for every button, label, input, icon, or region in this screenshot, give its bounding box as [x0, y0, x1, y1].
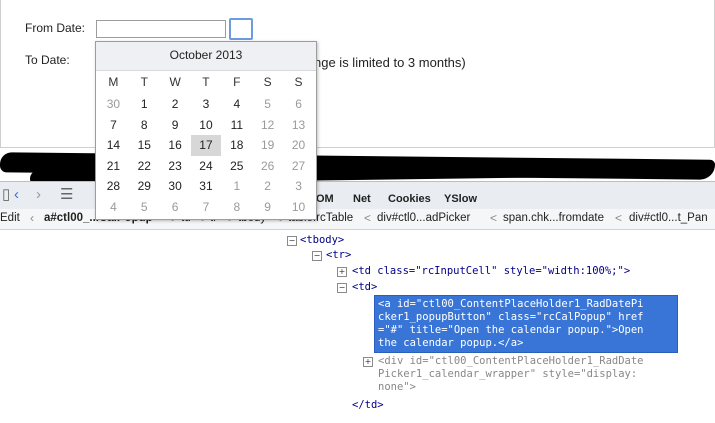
- calendar-grid: MTWTFSS 30 1 2 3 4 5 6 7 8 9 10 11 12 13 14 15 16 17 18 19 2…: [98, 70, 314, 217]
- calendar-day[interactable]: 2: [252, 176, 283, 197]
- calendar-day[interactable]: 25: [221, 156, 252, 177]
- calendar-day[interactable]: 16: [160, 135, 191, 156]
- weekday-header: S: [263, 75, 272, 89]
- calendar-day[interactable]: 13: [283, 115, 314, 136]
- edit-button[interactable]: Edit: [0, 212, 20, 224]
- crumb-separator: <: [615, 211, 623, 225]
- calendar-month-title[interactable]: October 2013: [96, 42, 316, 71]
- calendar-day[interactable]: 20: [283, 135, 314, 156]
- calendar-day[interactable]: 1: [221, 176, 252, 197]
- calendar-day[interactable]: 1: [129, 94, 160, 115]
- expand-toggle-icon[interactable]: +: [337, 267, 347, 277]
- calendar-day[interactable]: 8: [221, 197, 252, 218]
- calendar-day[interactable]: 3: [283, 176, 314, 197]
- calendar-day[interactable]: 10: [283, 197, 314, 218]
- code-td-close: </td>: [352, 399, 384, 411]
- collapse-toggle-icon[interactable]: −: [312, 251, 322, 261]
- from-date-label: From Date:: [25, 21, 86, 35]
- crumb-scroll-left-icon[interactable]: ‹: [30, 211, 34, 225]
- weekday-header: W: [169, 75, 181, 89]
- crumb-separator: <: [364, 211, 372, 225]
- calendar-day[interactable]: 30: [98, 94, 129, 115]
- calendar-day[interactable]: 10: [191, 115, 222, 136]
- calendar-day[interactable]: 6: [160, 197, 191, 218]
- menu-list-icon[interactable]: ☰: [60, 187, 73, 203]
- tab-yslow[interactable]: YSlow: [444, 193, 477, 205]
- code-a-line4: the calendar popup.</a>: [378, 337, 524, 349]
- from-date-input[interactable]: [96, 20, 226, 38]
- expand-toggle-icon[interactable]: +: [363, 357, 373, 367]
- calendar-day[interactable]: 30: [160, 176, 191, 197]
- code-td-input-cell[interactable]: <td class="rcInputCell" style="width:100…: [352, 265, 630, 277]
- code-a-line1: <a id="ctl00_ContentPlaceHolder1_RadDate…: [378, 298, 644, 310]
- code-tbody[interactable]: <tbody>: [300, 234, 344, 246]
- code-td[interactable]: <td>: [352, 281, 377, 293]
- calendar-day[interactable]: 26: [252, 156, 283, 177]
- calendar-day[interactable]: 23: [160, 156, 191, 177]
- tab-net[interactable]: Net: [353, 193, 371, 205]
- weekday-header: S: [294, 75, 303, 89]
- crumb-div-panel[interactable]: div#ctl0...t_Pan: [629, 212, 708, 224]
- crumb-separator: <: [490, 211, 498, 225]
- calendar-day[interactable]: 31: [191, 176, 222, 197]
- inspect-icon[interactable]: ▯: [2, 187, 10, 203]
- calendar-day[interactable]: 2: [160, 94, 191, 115]
- range-limit-note: nge is limited to 3 months): [314, 55, 466, 70]
- calendar-day[interactable]: 15: [129, 135, 160, 156]
- calendar-day[interactable]: 28: [98, 176, 129, 197]
- weekday-header: T: [140, 75, 148, 89]
- calendar-day[interactable]: 4: [98, 197, 129, 218]
- calendar-day[interactable]: 6: [283, 94, 314, 115]
- back-arrow-icon[interactable]: ‹: [14, 187, 19, 203]
- calendar-day[interactable]: 5: [252, 94, 283, 115]
- calendar-day[interactable]: 9: [252, 197, 283, 218]
- calendar-day[interactable]: 27: [283, 156, 314, 177]
- crumb-div-adpicker[interactable]: div#ctl0...adPicker: [377, 212, 470, 224]
- calendar-day[interactable]: 9: [160, 115, 191, 136]
- calendar-day[interactable]: 14: [98, 135, 129, 156]
- calendar-day[interactable]: 8: [129, 115, 160, 136]
- calendar-popup: October 2013 MTWTFSS 30 1 2 3 4 5 6 7 8 9 10 11 12 13…: [95, 41, 317, 220]
- calendar-day[interactable]: 5: [129, 197, 160, 218]
- collapse-toggle-icon[interactable]: −: [337, 283, 347, 293]
- calendar-day[interactable]: 21: [98, 156, 129, 177]
- calendar-day[interactable]: 24: [191, 156, 222, 177]
- calendar-day[interactable]: 17: [190, 135, 222, 156]
- calendar-day[interactable]: 12: [252, 115, 283, 136]
- calendar-day[interactable]: 22: [129, 156, 160, 177]
- calendar-day[interactable]: 7: [191, 197, 222, 218]
- to-date-label: To Date:: [25, 53, 70, 67]
- calendar-day[interactable]: 7: [98, 115, 129, 136]
- tab-cookies[interactable]: Cookies: [388, 193, 431, 205]
- calendar-day[interactable]: 29: [129, 176, 160, 197]
- calendar-day[interactable]: 19: [252, 135, 283, 156]
- weekday-header: T: [202, 75, 210, 89]
- html-tree-panel: − <tbody> − <tr> + <td class="rcInputCel…: [0, 230, 715, 423]
- code-div-line1[interactable]: <div id="ctl00_ContentPlaceHolder1_RadDa…: [378, 355, 644, 367]
- weekday-header: M: [108, 75, 119, 89]
- selected-node-a[interactable]: <a id="ctl00_ContentPlaceHolder1_RadDate…: [374, 295, 678, 353]
- code-a-line2: cker1_popupButton" class="rcCalPopup" hr…: [378, 311, 644, 323]
- calendar-day[interactable]: 11: [221, 115, 252, 136]
- forward-arrow-icon[interactable]: ›: [36, 187, 41, 203]
- code-div-line2: Picker1_calendar_wrapper" style="display…: [378, 368, 638, 380]
- collapse-toggle-icon[interactable]: −: [287, 236, 297, 246]
- tab-dom[interactable]: OM: [316, 193, 334, 205]
- calendar-day[interactable]: 3: [191, 94, 222, 115]
- weekday-header: F: [233, 75, 241, 89]
- calendar-day[interactable]: 18: [221, 135, 252, 156]
- calendar-day[interactable]: 4: [221, 94, 252, 115]
- open-calendar-popup-button[interactable]: [229, 18, 253, 40]
- code-a-line3: ="#" title="Open the calendar popup.">Op…: [378, 324, 644, 336]
- crumb-span-fromdate[interactable]: span.chk...fromdate: [503, 212, 604, 224]
- code-tr[interactable]: <tr>: [326, 249, 351, 261]
- code-div-line3: none">: [378, 381, 416, 393]
